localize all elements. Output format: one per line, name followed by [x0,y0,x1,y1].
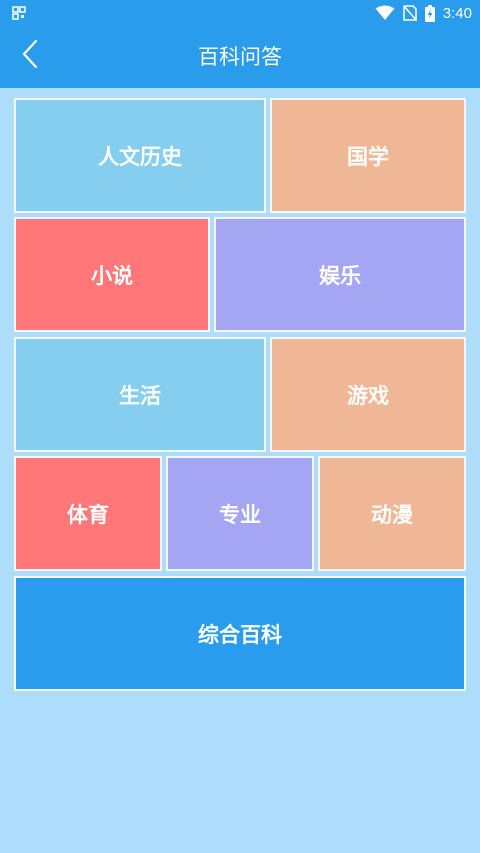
category-tile-novel[interactable]: 小说 [14,217,210,332]
battery-charging-icon [424,4,435,22]
category-tile-guoxue[interactable]: 国学 [270,98,466,213]
category-tile-life[interactable]: 生活 [14,337,266,452]
category-tile-general-encyclopedia[interactable]: 综合百科 [14,576,466,691]
category-tile-humanities-history[interactable]: 人文历史 [14,98,266,213]
chevron-left-icon [22,39,38,69]
wifi-icon [375,5,395,20]
back-button[interactable] [8,32,52,76]
category-tile-entertainment[interactable]: 娱乐 [214,217,466,332]
clock: 3:40 [442,4,472,22]
category-tile-anime[interactable]: 动漫 [318,456,466,571]
category-tile-sports[interactable]: 体育 [14,456,162,571]
qr-icon [12,6,26,20]
no-sim-icon [402,5,417,21]
category-tile-professional[interactable]: 专业 [166,456,314,571]
status-bar: 3:40 [0,0,480,26]
category-tile-games[interactable]: 游戏 [270,337,466,452]
app-bar: 百科问答 [0,26,480,88]
page-title: 百科问答 [198,45,282,69]
